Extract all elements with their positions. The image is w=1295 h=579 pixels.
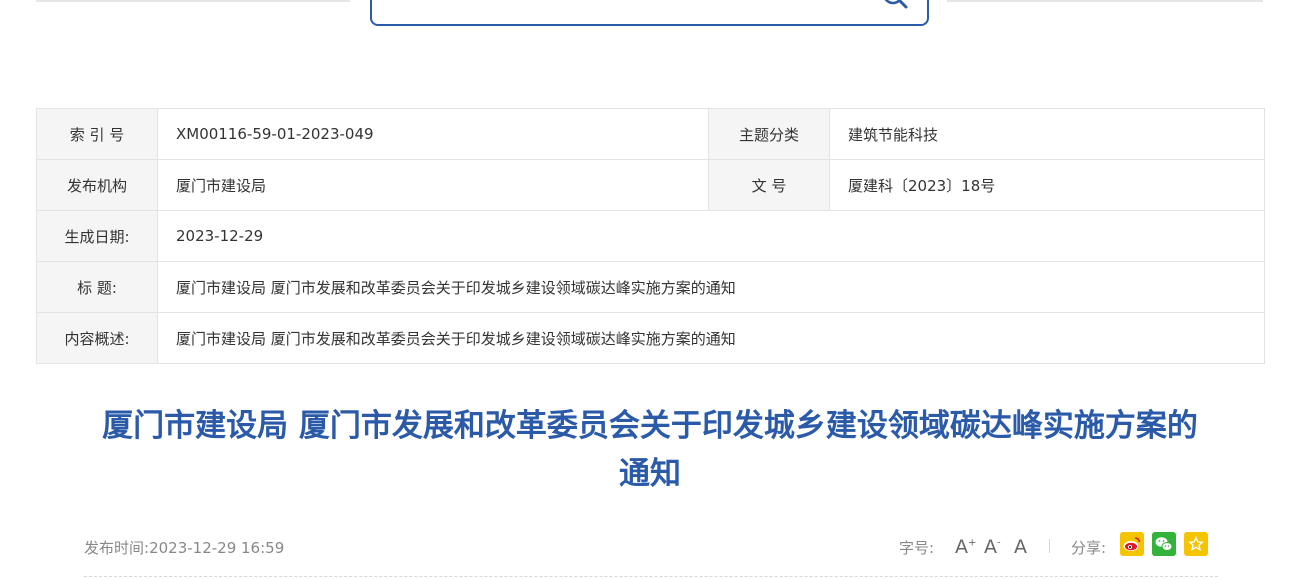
article-title-line1: 厦门市建设局 厦门市发展和改革委员会关于印发城乡建设领域碳达峰实施方案的	[102, 408, 1198, 444]
label-publisher: 发布机构	[36, 159, 158, 211]
info-row-index: 索 引 号 XM00116-59-01-2023-049 主题分类 建筑节能科技	[36, 108, 1265, 160]
font-size-small-button[interactable]: A	[1014, 536, 1027, 558]
font-size-large-plus: +	[968, 537, 977, 549]
value-generation-date: 2023-12-29	[157, 210, 1265, 262]
value-title: 厦门市建设局 厦门市发展和改革委员会关于印发城乡建设领域碳达峰实施方案的通知	[157, 261, 1265, 313]
header-divider-left	[36, 0, 350, 2]
publish-time-label: 发布时间:	[84, 539, 150, 557]
value-index-number: XM00116-59-01-2023-049	[157, 108, 709, 160]
value-topic-category: 建筑节能科技	[829, 108, 1265, 160]
search-icon[interactable]	[875, 0, 915, 20]
font-size-medium-glyph: A	[984, 536, 997, 558]
label-document-number: 文 号	[708, 159, 830, 211]
font-size-medium-button[interactable]: A-	[984, 536, 1001, 558]
share-label: 分享:	[1071, 539, 1107, 557]
document-info-table: 索 引 号 XM00116-59-01-2023-049 主题分类 建筑节能科技…	[36, 108, 1265, 364]
publish-time-value: 2023-12-29 16:59	[149, 539, 285, 557]
label-summary: 内容概述:	[36, 312, 158, 364]
value-document-number: 厦建科〔2023〕18号	[829, 159, 1265, 211]
article-title-line2: 通知	[619, 456, 681, 492]
font-size-large-button[interactable]: A+	[955, 536, 976, 558]
weibo-icon[interactable]	[1120, 532, 1144, 556]
info-row-date: 生成日期: 2023-12-29	[36, 210, 1265, 262]
publish-time: 发布时间:2023-12-29 16:59	[84, 537, 284, 558]
article-meta-bar: 发布时间:2023-12-29 16:59 字号: A+ A- A 分享:	[84, 532, 1218, 562]
value-publisher: 厦门市建设局	[157, 159, 709, 211]
info-row-summary: 内容概述: 厦门市建设局 厦门市发展和改革委员会关于印发城乡建设领域碳达峰实施方…	[36, 312, 1265, 364]
star-icon[interactable]	[1184, 532, 1208, 556]
font-size-medium-minus: -	[997, 537, 1001, 549]
article-title: 厦门市建设局 厦门市发展和改革委员会关于印发城乡建设领域碳达峰实施方案的 通知	[60, 402, 1240, 498]
label-index-number: 索 引 号	[36, 108, 158, 160]
font-size-label: 字号:	[899, 539, 935, 557]
search-box[interactable]	[370, 0, 929, 26]
label-topic-category: 主题分类	[708, 108, 830, 160]
info-row-publisher: 发布机构 厦门市建设局 文 号 厦建科〔2023〕18号	[36, 159, 1265, 211]
header-divider-right	[947, 0, 1263, 2]
wechat-icon[interactable]	[1152, 532, 1176, 556]
value-summary: 厦门市建设局 厦门市发展和改革委员会关于印发城乡建设领域碳达峰实施方案的通知	[157, 312, 1265, 364]
info-row-title: 标 题: 厦门市建设局 厦门市发展和改革委员会关于印发城乡建设领域碳达峰实施方案…	[36, 261, 1265, 313]
label-title: 标 题:	[36, 261, 158, 313]
meta-divider	[84, 576, 1218, 577]
label-generation-date: 生成日期:	[36, 210, 158, 262]
font-size-large-glyph: A	[955, 536, 968, 558]
meta-separator	[1049, 539, 1050, 553]
